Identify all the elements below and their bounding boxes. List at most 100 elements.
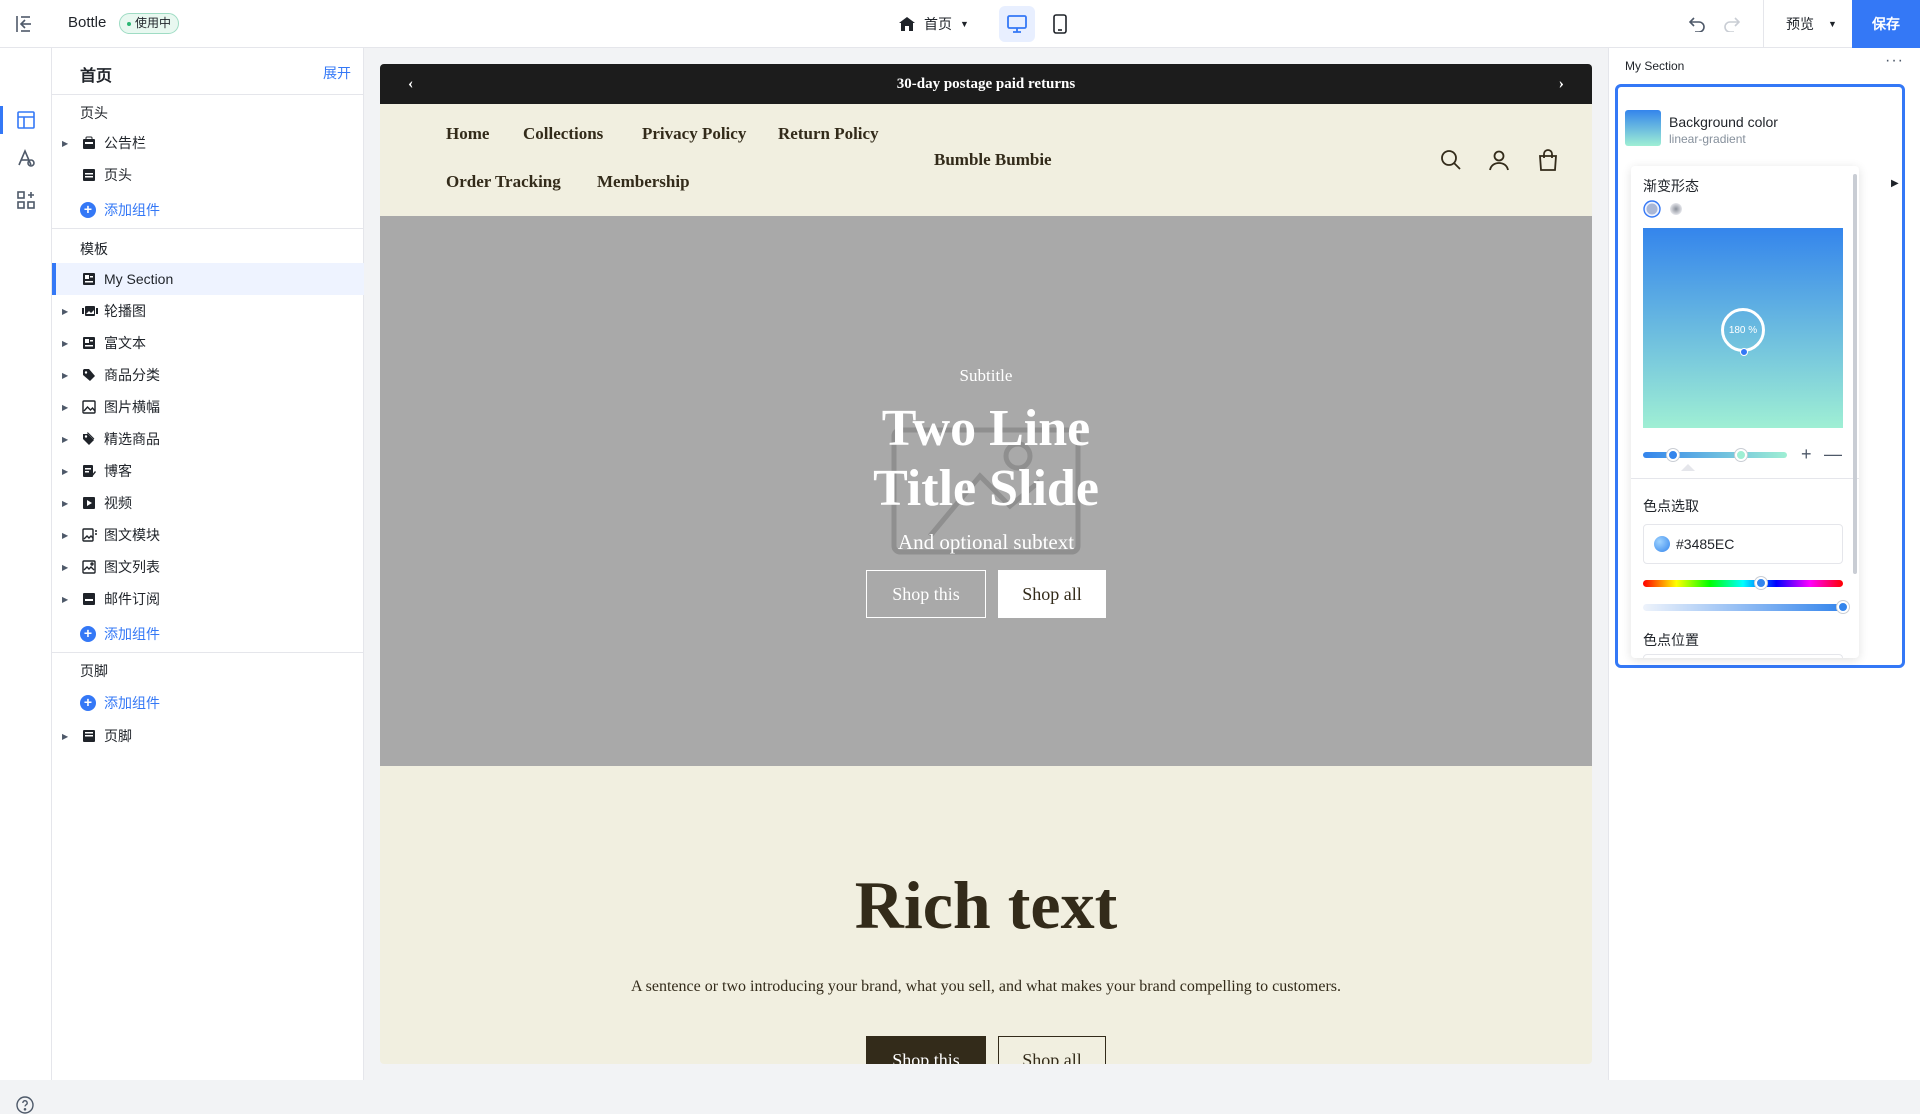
tree-item-newsletter[interactable]: ▶ 邮件订阅 — [52, 583, 364, 615]
tree-item-rich-text[interactable]: ▶ 富文本 — [52, 327, 364, 359]
gradient-angle-area[interactable]: 180 % — [1643, 228, 1843, 428]
caret-right-icon[interactable]: ▶ — [62, 339, 70, 348]
nav-link-collections[interactable]: Collections — [523, 124, 603, 144]
color-position-input[interactable] — [1643, 654, 1843, 658]
account-icon[interactable] — [1488, 149, 1512, 173]
tree-item-label: 页头 — [104, 167, 132, 183]
angle-dial[interactable]: 180 % — [1721, 308, 1765, 352]
tree-item-footer[interactable]: ▶ 页脚 — [52, 720, 364, 752]
alpha-slider-handle[interactable] — [1837, 601, 1849, 613]
rich-shop-all-button[interactable]: Shop all — [998, 1036, 1106, 1064]
add-stop-icon[interactable]: + — [1801, 444, 1812, 465]
caret-right-icon[interactable]: ▶ — [62, 139, 70, 148]
alpha-slider[interactable] — [1643, 604, 1843, 611]
announcement-bar[interactable]: ‹ 30-day postage paid returns › — [380, 64, 1592, 104]
tree-item-label: 商品分类 — [104, 367, 160, 383]
gradient-stop-track[interactable] — [1643, 452, 1787, 458]
nav-link-privacy-policy[interactable]: Privacy Policy — [642, 124, 746, 144]
add-component-button[interactable]: + 添加组件 — [80, 624, 160, 644]
page-select-label: 首页 — [924, 16, 952, 32]
gradient-picker-popover: 渐变形态 180 % + — 色点选取 #3485EC 色点位置 — [1631, 166, 1859, 658]
hue-slider-handle[interactable] — [1755, 577, 1767, 589]
caret-right-icon[interactable]: ▶ — [62, 499, 70, 508]
caret-right-icon[interactable]: ▶ — [62, 531, 70, 540]
hue-slider[interactable] — [1643, 580, 1843, 587]
mobile-view-button[interactable] — [1042, 6, 1078, 42]
caret-right-icon[interactable]: ▶ — [62, 467, 70, 476]
hero-slideshow[interactable]: Subtitle Two Line Title Slide And option… — [380, 216, 1592, 766]
help-icon[interactable] — [16, 1096, 34, 1114]
tree-item-label: 精选商品 — [104, 431, 160, 447]
background-color-swatch[interactable] — [1625, 110, 1661, 146]
image-icon — [82, 400, 96, 414]
plus-icon: + — [80, 202, 96, 218]
chevron-left-icon[interactable]: ‹ — [408, 75, 413, 93]
hero-shop-this-button[interactable]: Shop this — [866, 570, 986, 618]
redo-icon[interactable] — [1723, 14, 1741, 32]
caret-right-icon[interactable]: ▶ — [62, 403, 70, 412]
remove-stop-icon[interactable]: — — [1824, 444, 1842, 465]
hero-shop-all-button[interactable]: Shop all — [998, 570, 1106, 618]
more-options-icon[interactable]: ··· — [1885, 52, 1904, 70]
tree-item-label: 图片横幅 — [104, 399, 160, 415]
add-component-button[interactable]: + 添加组件 — [80, 200, 160, 220]
radial-gradient-option[interactable] — [1667, 200, 1685, 218]
nav-link-membership[interactable]: Membership — [597, 172, 690, 192]
caret-right-icon[interactable]: ▶ — [62, 307, 70, 316]
caret-right-icon[interactable]: ▶ — [62, 595, 70, 604]
scrollbar[interactable] — [1853, 174, 1857, 574]
expand-all-link[interactable]: 展开 — [323, 63, 351, 83]
layout-icon[interactable] — [14, 108, 38, 132]
rich-text-title: Rich text — [854, 867, 1118, 943]
add-component-button[interactable]: + 添加组件 — [80, 693, 160, 713]
rich-shop-this-button[interactable]: Shop this — [866, 1036, 986, 1064]
caret-right-icon[interactable]: ▶ — [62, 371, 70, 380]
store-brand[interactable]: Bumble Bumbie — [934, 150, 1052, 170]
image-text-icon — [82, 528, 97, 542]
theme-style-icon[interactable] — [14, 146, 38, 170]
tree-item-video[interactable]: ▶ 视频 — [52, 487, 364, 519]
caret-right-icon[interactable]: ▶ — [1891, 178, 1899, 189]
announcement-icon — [82, 136, 96, 150]
caret-right-icon[interactable]: ▶ — [62, 435, 70, 444]
tree-item-carousel[interactable]: ▶ 轮播图 — [52, 295, 364, 327]
tree-item-product-category[interactable]: ▶ 商品分类 — [52, 359, 364, 391]
tree-item-image-text[interactable]: ▶ 图文模块 — [52, 519, 364, 551]
angle-handle[interactable] — [1740, 348, 1748, 356]
tree-item-header[interactable]: 页头 — [52, 159, 364, 191]
tree-item-image-text-list[interactable]: ▶ 图文列表 — [52, 551, 364, 583]
nav-link-return-policy[interactable]: Return Policy — [778, 124, 879, 144]
linear-gradient-option[interactable] — [1643, 200, 1661, 218]
caret-right-icon[interactable]: ▶ — [62, 563, 70, 572]
tree-item-my-section[interactable]: My Section — [52, 263, 364, 295]
divider — [1631, 478, 1859, 479]
hex-color-input[interactable]: #3485EC — [1643, 524, 1843, 564]
tree-item-featured-products[interactable]: ▶ 精选商品 — [52, 423, 364, 455]
tree-item-announcement-bar[interactable]: ▶ 公告栏 — [52, 127, 364, 159]
tree-item-image-banner[interactable]: ▶ 图片横幅 — [52, 391, 364, 423]
tree-item-label: 图文列表 — [104, 559, 160, 575]
nav-link-home[interactable]: Home — [446, 124, 489, 144]
gradient-stop-start[interactable] — [1667, 449, 1679, 461]
preview-button[interactable]: 预览 ▼ — [1764, 0, 1852, 48]
storefront-preview: ‹ 30-day postage paid returns › Home Col… — [380, 64, 1592, 1064]
carousel-icon — [82, 304, 98, 318]
tree-item-label: 视频 — [104, 495, 132, 511]
apps-icon[interactable] — [14, 188, 38, 212]
cart-icon[interactable] — [1537, 149, 1561, 173]
tree-item-blog[interactable]: ▶ 博客 — [52, 455, 364, 487]
undo-icon[interactable] — [1688, 14, 1706, 32]
desktop-view-button[interactable] — [999, 6, 1035, 42]
exit-editor-icon[interactable] — [14, 14, 34, 34]
nav-link-order-tracking[interactable]: Order Tracking — [446, 172, 561, 192]
caret-right-icon[interactable]: ▶ — [62, 732, 70, 741]
gradient-stop-end[interactable] — [1735, 449, 1747, 461]
save-button[interactable]: 保存 — [1852, 0, 1920, 48]
rich-text-icon — [82, 336, 96, 350]
search-icon[interactable] — [1440, 149, 1464, 173]
divider — [52, 228, 364, 229]
chevron-right-icon[interactable]: › — [1559, 75, 1564, 93]
newsletter-icon — [82, 592, 96, 606]
plus-icon: + — [80, 695, 96, 711]
page-select[interactable]: 首页 ▼ — [898, 12, 969, 36]
